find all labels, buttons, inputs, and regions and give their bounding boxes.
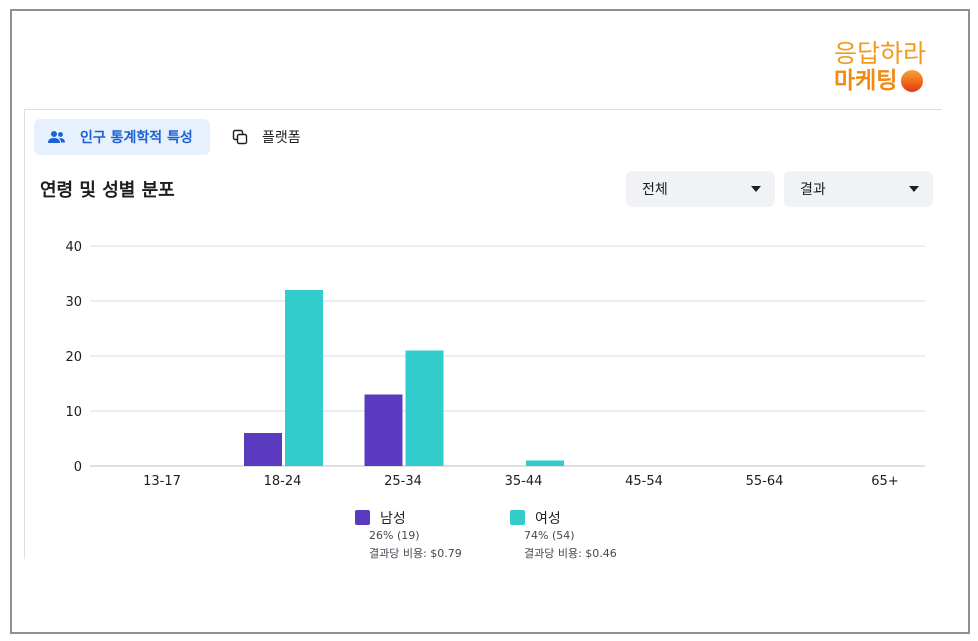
bar-female-35-44[interactable] — [526, 460, 564, 467]
legend-male-cost: 결과당 비용: $0.79 — [369, 547, 462, 560]
legend-male-swatch — [355, 510, 370, 525]
age-gender-bar-chart: 0 10 20 30 40 13-17 18-24 25-34 35-44 45-54 55-64 6… — [65, 240, 925, 489]
x-tick-label: 18-24 — [264, 474, 302, 489]
x-tick-label: 35-44 — [505, 474, 543, 489]
x-tick-label: 65+ — [871, 474, 898, 489]
x-tick-label: 25-34 — [384, 474, 422, 489]
y-tick-label: 10 — [65, 405, 82, 420]
bar-female-25-34[interactable] — [405, 350, 444, 467]
legend-female-share: 74% (54) — [524, 529, 575, 542]
y-tick-label: 40 — [65, 240, 82, 255]
x-tick-label: 13-17 — [143, 474, 181, 489]
legend-male-share: 26% (19) — [369, 529, 420, 542]
y-tick-label: 30 — [65, 295, 82, 310]
bar-female-18-24[interactable] — [285, 290, 323, 466]
legend-female-label: 여성 — [535, 511, 561, 527]
y-tick-label: 20 — [65, 350, 82, 365]
legend-female-cost: 결과당 비용: $0.46 — [524, 547, 617, 560]
legend-male-label: 남성 — [380, 511, 406, 527]
legend-female-swatch — [510, 510, 525, 525]
bar-male-18-24[interactable] — [244, 433, 282, 466]
y-tick-label: 0 — [74, 460, 82, 475]
x-tick-label: 45-54 — [625, 474, 663, 489]
bar-male-25-34[interactable] — [364, 394, 403, 467]
x-tick-label: 55-64 — [746, 474, 784, 489]
